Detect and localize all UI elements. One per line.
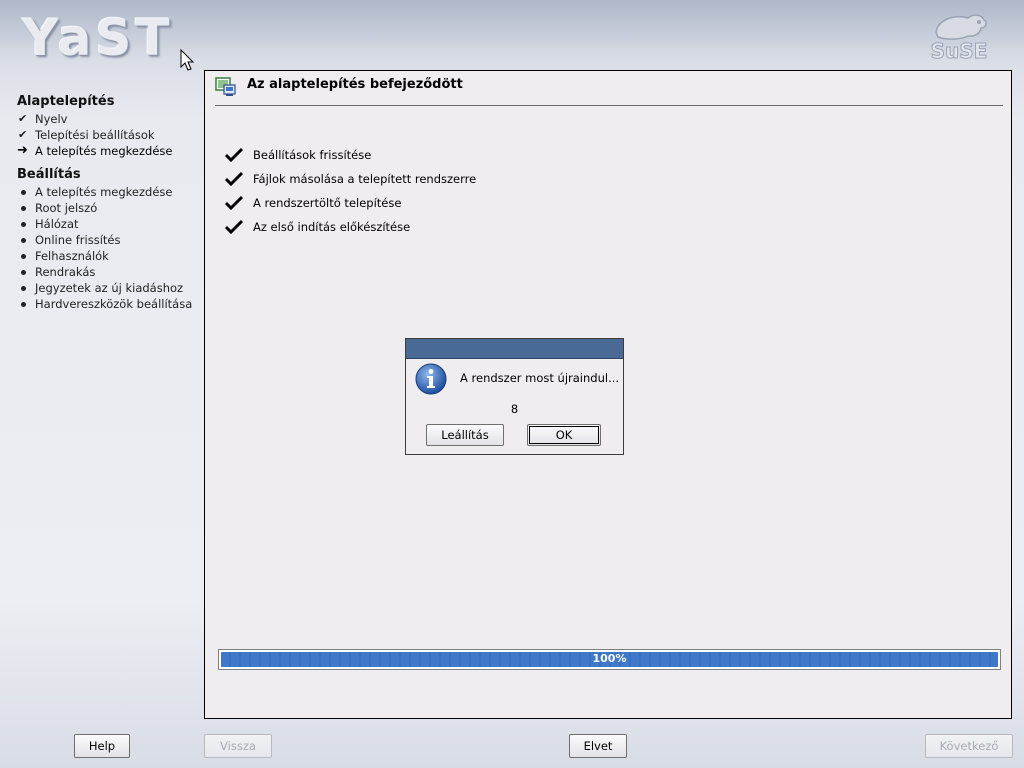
sidebar-item-label: Online frissítés xyxy=(35,233,121,247)
info-icon xyxy=(415,363,447,395)
sidebar-section-title: Alaptelepítés xyxy=(17,94,115,109)
list-item: A rendszertöltő telepítése xyxy=(225,191,476,215)
sidebar-item-felhasznalok: Felhasználók xyxy=(0,248,200,264)
list-item: Beállítások frissítése xyxy=(225,143,476,167)
sidebar-item-root-jelszo: Root jelszó xyxy=(0,200,200,216)
sidebar-item-label: Telepítési beállítások xyxy=(35,128,155,142)
sidebar-item-label: A telepítés megkezdése xyxy=(35,144,173,158)
sidebar-item-label: Rendrakás xyxy=(35,265,96,279)
list-item: Fájlok másolása a telepített rendszerre xyxy=(225,167,476,191)
list-item: Az első indítás előkészítése xyxy=(225,215,476,239)
bullet-icon xyxy=(21,254,26,259)
svg-text:SuSE: SuSE xyxy=(931,39,988,62)
checkmark-icon xyxy=(225,148,243,162)
sidebar-item-online-frissites: Online frissítés xyxy=(0,232,200,248)
sidebar-item-label: Root jelszó xyxy=(35,201,98,215)
sidebar-item-hardvereszkozok: Hardvereszközök beállítása xyxy=(0,296,200,312)
countdown-value: 8 xyxy=(510,402,519,416)
bullet-icon xyxy=(21,190,26,195)
page-title: Az alaptelepítés befejeződött xyxy=(247,77,463,92)
step-label: A rendszertöltő telepítése xyxy=(253,196,402,210)
mouse-cursor-icon xyxy=(180,49,195,71)
install-computer-icon xyxy=(215,77,236,96)
next-button[interactable]: Következő xyxy=(925,734,1013,758)
installation-progress-bar: 100% xyxy=(218,649,1001,670)
sidebar-item-label: Felhasználók xyxy=(35,249,109,263)
bullet-icon xyxy=(21,238,26,243)
sidebar-item-telepites-megkezdese: ➜ A telepítés megkezdése xyxy=(0,143,200,159)
shutdown-button[interactable]: Leállítás xyxy=(426,424,504,446)
step-label: Beállítások frissítése xyxy=(253,148,372,162)
sidebar-item-label: Nyelv xyxy=(35,112,68,126)
bullet-icon xyxy=(21,286,26,291)
sidebar-item-halozat: Hálózat xyxy=(0,216,200,232)
dialog-message: A rendszer most újraindul... xyxy=(460,371,620,385)
progress-label: 100% xyxy=(592,652,627,665)
bullet-icon xyxy=(21,206,26,211)
sidebar-item-label: Hálózat xyxy=(35,217,79,231)
yast-logo: YaST xyxy=(22,9,174,67)
step-label: Fájlok másolása a telepített rendszerre xyxy=(253,172,477,186)
title-divider xyxy=(215,105,1003,106)
checkmark-icon: ✔ xyxy=(18,112,28,125)
checkmark-icon: ✔ xyxy=(18,128,28,141)
help-button[interactable]: Help xyxy=(74,734,130,758)
sidebar-item-nyelv: ✔ Nyelv xyxy=(0,111,200,127)
bullet-icon xyxy=(21,222,26,227)
sidebar-item-telepitesi-beallitasok: ✔ Telepítési beállítások xyxy=(0,127,200,143)
abort-button[interactable]: Elvet xyxy=(569,734,627,758)
bullet-icon xyxy=(21,270,26,275)
reboot-dialog: A rendszer most újraindul... 8 Leállítás… xyxy=(405,338,624,455)
checkmark-icon xyxy=(225,172,243,186)
suse-logo-icon: SuSE xyxy=(930,14,988,62)
sidebar-item-rendrakas: Rendrakás xyxy=(0,264,200,280)
ok-button[interactable]: OK xyxy=(527,424,601,446)
bullet-icon xyxy=(21,302,26,307)
arrow-right-icon: ➜ xyxy=(17,143,28,158)
sidebar-item-label: Jegyzetek az új kiadáshoz xyxy=(35,281,184,295)
back-button[interactable]: Vissza xyxy=(204,734,272,758)
completed-steps-list: Beállítások frissítése Fájlok másolása a… xyxy=(225,143,476,239)
sidebar-item-telepites-megkezdese-2: A telepítés megkezdése xyxy=(0,184,200,200)
sidebar-item-label: A telepítés megkezdése xyxy=(35,185,173,199)
installation-steps-sidebar: Alaptelepítés ✔ Nyelv ✔ Telepítési beáll… xyxy=(0,88,200,312)
sidebar-item-label: Hardvereszközök beállítása xyxy=(35,297,193,311)
sidebar-section-title: Beállítás xyxy=(17,167,81,182)
checkmark-icon xyxy=(225,220,243,234)
dialog-titlebar[interactable] xyxy=(406,339,623,359)
checkmark-icon xyxy=(225,196,243,210)
sidebar-item-jegyzetek: Jegyzetek az új kiadáshoz xyxy=(0,280,200,296)
step-label: Az első indítás előkészítése xyxy=(253,220,411,234)
